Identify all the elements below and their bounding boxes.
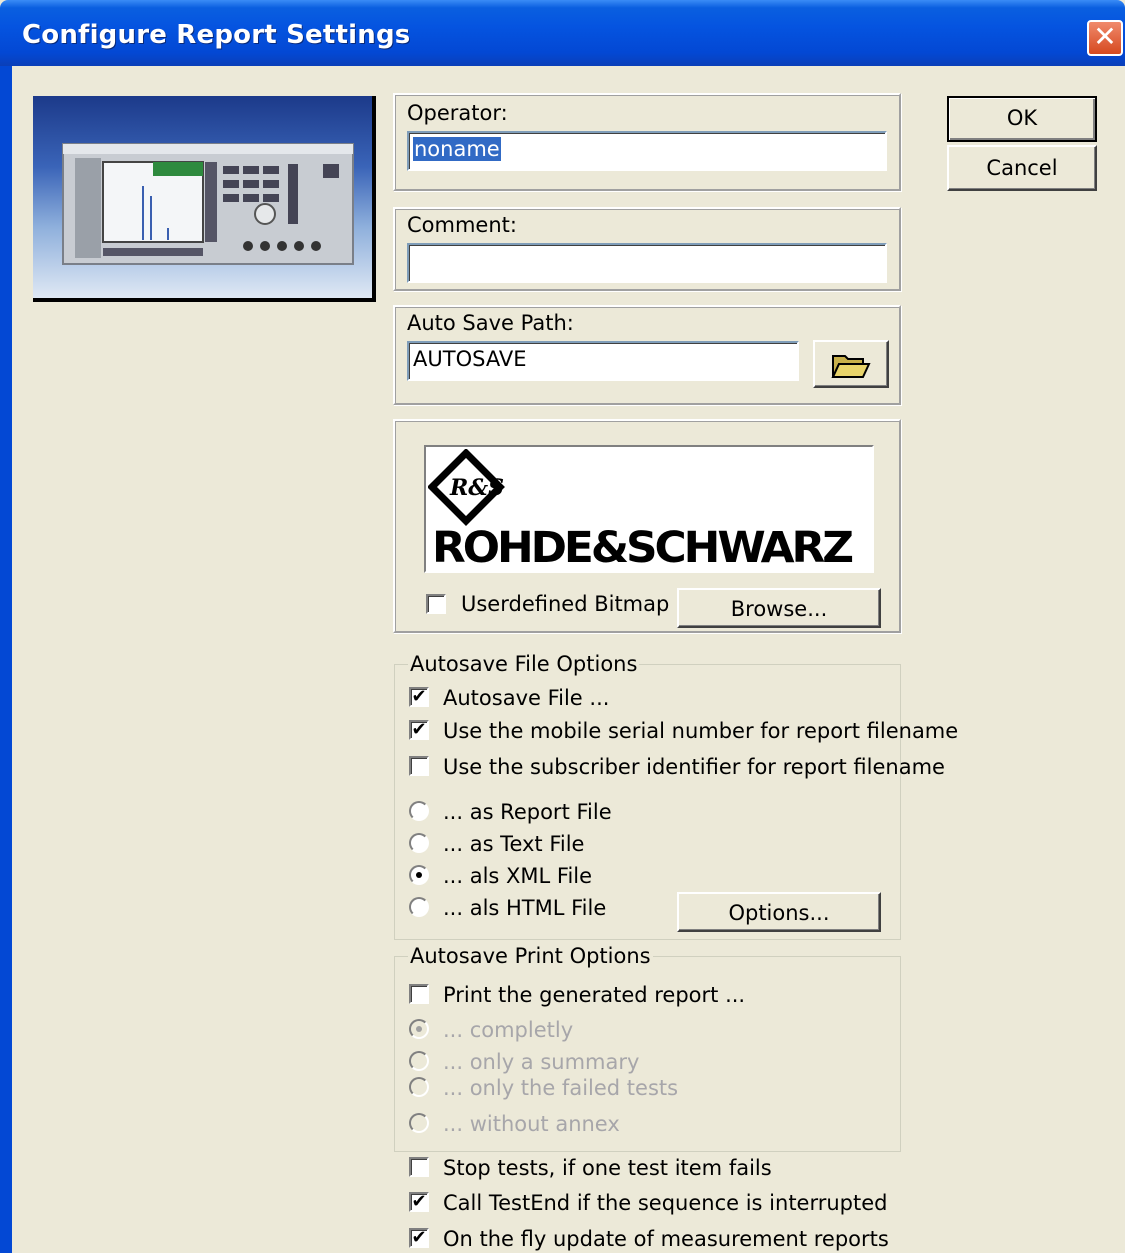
stop-tests-checkbox[interactable] xyxy=(409,1157,429,1177)
autosave-file-checkbox[interactable]: ✔ xyxy=(409,687,429,707)
operator-value: noname xyxy=(413,137,501,161)
userdefined-bitmap-label: Userdefined Bitmap xyxy=(461,592,670,616)
window-title: Configure Report Settings xyxy=(22,20,411,50)
mobile-serial-label: Use the mobile serial number for report … xyxy=(443,719,959,743)
failed-tests-radio[interactable] xyxy=(409,1077,429,1097)
rs-emblem-icon: R&S xyxy=(428,449,505,526)
configure-report-dialog: Configure Report Settings ✕ OK Cancel Op… xyxy=(0,0,1125,1253)
folder-open-icon xyxy=(831,355,871,378)
on-the-fly-label: On the fly update of measurement reports xyxy=(443,1227,889,1251)
operator-input[interactable]: noname xyxy=(407,131,887,171)
report-file-label: ... as Report File xyxy=(443,800,612,824)
report-file-radio[interactable] xyxy=(409,801,429,821)
stop-tests-label: Stop tests, if one test item fails xyxy=(443,1156,772,1180)
ok-button-label: OK xyxy=(1006,106,1038,130)
instrument-illustration xyxy=(62,143,354,265)
xml-file-radio[interactable] xyxy=(409,865,429,885)
autosave-path-panel: Auto Save Path: AUTOSAVE xyxy=(393,305,901,405)
title-bar[interactable]: Configure Report Settings ✕ xyxy=(0,0,1125,66)
window-frame xyxy=(0,66,12,1253)
userdefined-bitmap-checkbox[interactable] xyxy=(426,594,446,614)
summary-radio[interactable] xyxy=(409,1051,429,1071)
ok-button[interactable]: OK xyxy=(947,96,1097,142)
subscriber-id-checkbox[interactable] xyxy=(409,756,429,776)
autosave-path-label: Auto Save Path: xyxy=(407,311,574,335)
mobile-serial-checkbox[interactable]: ✔ xyxy=(409,720,429,740)
browse-button-label: Browse... xyxy=(730,597,828,621)
failed-tests-label: ... only the failed tests xyxy=(443,1076,679,1100)
text-file-label: ... as Text File xyxy=(443,832,585,856)
html-file-label: ... als HTML File xyxy=(443,896,607,920)
autosave-print-options-legend: Autosave Print Options xyxy=(408,944,653,968)
print-report-label: Print the generated report ... xyxy=(443,983,746,1007)
on-the-fly-checkbox[interactable]: ✔ xyxy=(409,1228,429,1248)
call-testend-label: Call TestEnd if the sequence is interrup… xyxy=(443,1191,888,1215)
text-file-radio[interactable] xyxy=(409,833,429,853)
completly-label: ... completly xyxy=(443,1018,574,1042)
summary-label: ... only a summary xyxy=(443,1050,640,1074)
operator-label: Operator: xyxy=(407,101,508,125)
autosave-path-input[interactable]: AUTOSAVE xyxy=(407,341,799,381)
html-file-radio[interactable] xyxy=(409,897,429,917)
browse-button[interactable]: Browse... xyxy=(677,588,881,628)
call-testend-checkbox[interactable]: ✔ xyxy=(409,1192,429,1212)
close-icon[interactable]: ✕ xyxy=(1087,20,1123,56)
without-annex-radio[interactable] xyxy=(409,1113,429,1133)
completly-radio[interactable] xyxy=(409,1019,429,1039)
comment-label: Comment: xyxy=(407,213,517,237)
xml-file-label: ... als XML File xyxy=(443,864,593,888)
browse-folder-button[interactable] xyxy=(813,340,889,388)
subscriber-id-label: Use the subscriber identifier for report… xyxy=(443,755,945,779)
operator-panel: Operator: noname xyxy=(393,93,901,191)
autosave-file-options-legend: Autosave File Options xyxy=(408,652,640,676)
rs-emblem-text: R&S xyxy=(449,475,504,501)
logo-wordmark: ROHDE&SCHWARZ xyxy=(432,523,854,573)
instrument-photo xyxy=(33,96,376,302)
comment-panel: Comment: xyxy=(393,207,901,291)
autosave-file-label: Autosave File ... xyxy=(443,686,610,710)
without-annex-label: ... without annex xyxy=(443,1112,620,1136)
options-button[interactable]: Options... xyxy=(677,892,881,932)
comment-input[interactable] xyxy=(407,243,887,283)
print-report-checkbox[interactable] xyxy=(409,984,429,1004)
cancel-button-label: Cancel xyxy=(986,156,1058,180)
cancel-button[interactable]: Cancel xyxy=(947,145,1097,191)
logo-preview: R&S ROHDE&SCHWARZ xyxy=(424,445,874,573)
options-button-label: Options... xyxy=(728,901,830,925)
autosave-path-value: AUTOSAVE xyxy=(413,347,527,371)
